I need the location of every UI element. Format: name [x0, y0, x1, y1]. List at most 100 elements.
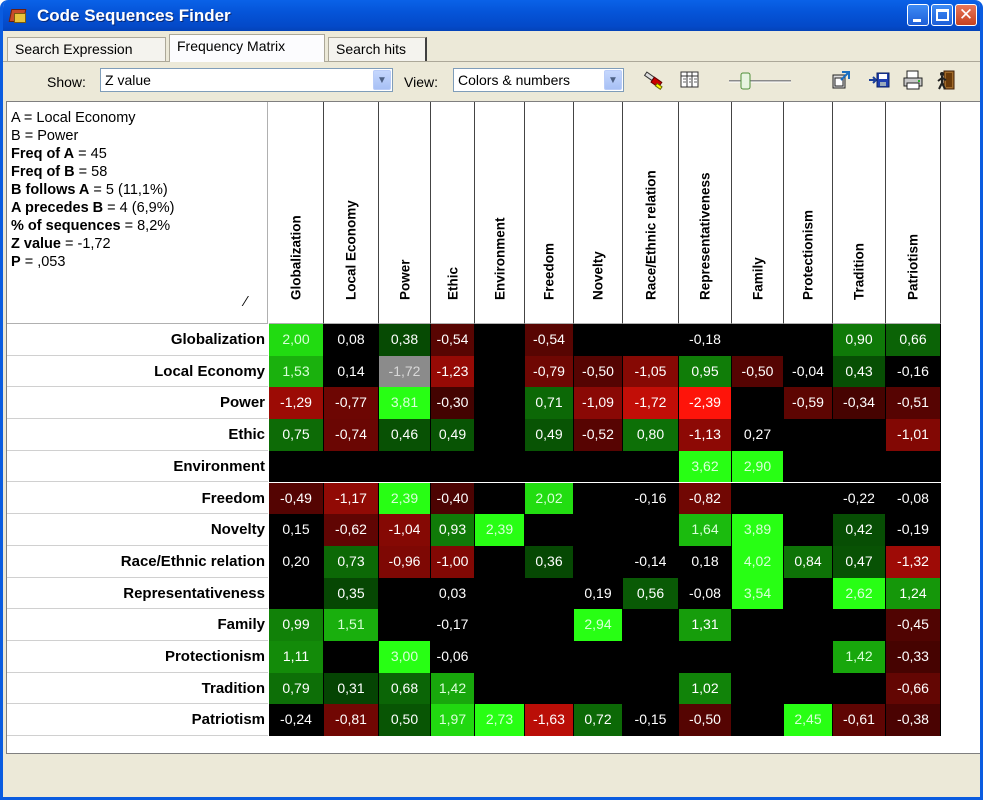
matrix-cell[interactable] [574, 482, 623, 515]
matrix-cell[interactable]: -0,38 [886, 704, 941, 737]
matrix-cell[interactable]: 2,39 [379, 482, 431, 515]
chevron-down-icon[interactable]: ▼ [604, 70, 622, 90]
matrix-cell[interactable] [475, 419, 525, 451]
matrix-cell[interactable]: 1,11 [269, 641, 324, 673]
matrix-cell[interactable] [431, 450, 475, 483]
matrix-cell[interactable] [379, 450, 431, 483]
matrix-cell[interactable]: 0,46 [379, 419, 431, 451]
matrix-cell[interactable] [784, 450, 833, 483]
matrix-cell[interactable]: 0,14 [324, 355, 379, 388]
matrix-cell[interactable]: -0,15 [623, 704, 679, 737]
matrix-cell[interactable] [623, 609, 679, 641]
matrix-cell[interactable]: 0,38 [379, 324, 431, 356]
matrix-cell[interactable]: -1,04 [379, 514, 431, 546]
column-header[interactable]: Protectionism [784, 102, 833, 324]
matrix-cell[interactable]: -0,30 [431, 387, 475, 420]
matrix-cell[interactable]: -0,52 [574, 419, 623, 451]
matrix-cell[interactable]: 1,24 [886, 577, 941, 610]
matrix-cell[interactable]: -1,23 [431, 355, 475, 388]
matrix-cell[interactable]: 3,00 [379, 641, 431, 673]
matrix-cell[interactable]: 0,95 [679, 355, 732, 388]
matrix-cell[interactable] [833, 419, 886, 451]
matrix-cell[interactable]: 4,02 [732, 545, 784, 578]
matrix-cell[interactable]: -0,24 [269, 704, 324, 737]
matrix-cell[interactable]: 0,31 [324, 672, 379, 705]
matrix-cell[interactable] [525, 641, 574, 673]
matrix-cell[interactable]: 0,79 [269, 672, 324, 705]
matrix-cell[interactable]: -1,72 [379, 355, 431, 388]
matrix-cell[interactable] [623, 641, 679, 673]
matrix-cell[interactable] [475, 482, 525, 515]
matrix-cell[interactable]: -0,33 [886, 641, 941, 673]
row-header[interactable]: Novelty [7, 514, 268, 546]
matrix-cell[interactable]: 1,42 [431, 672, 475, 705]
columns-icon[interactable] [679, 69, 701, 91]
exit-icon[interactable] [936, 69, 958, 91]
matrix-cell[interactable]: -0,45 [886, 609, 941, 641]
matrix-cell[interactable]: 0,71 [525, 387, 574, 420]
matrix-cell[interactable]: 2,00 [269, 324, 324, 356]
row-header[interactable]: Tradition [7, 672, 268, 705]
matrix-cell[interactable] [623, 514, 679, 546]
row-header[interactable]: Globalization [7, 324, 268, 356]
row-header[interactable]: Patriotism [7, 704, 268, 737]
minimize-button[interactable] [907, 4, 929, 26]
matrix-cell[interactable]: 0,75 [269, 419, 324, 451]
matrix-cell[interactable]: -0,04 [784, 355, 833, 388]
matrix-cell[interactable]: -0,06 [431, 641, 475, 673]
matrix-cell[interactable] [475, 545, 525, 578]
column-header[interactable]: Representativeness [679, 102, 732, 324]
matrix-cell[interactable] [833, 609, 886, 641]
matrix-cell[interactable]: 0,49 [525, 419, 574, 451]
matrix-cell[interactable] [379, 609, 431, 641]
matrix-cell[interactable]: 0,03 [431, 577, 475, 610]
matrix-cell[interactable] [784, 641, 833, 673]
matrix-cell[interactable] [475, 641, 525, 673]
row-header[interactable]: Power [7, 387, 268, 420]
matrix-cell[interactable]: 0,42 [833, 514, 886, 546]
matrix-cell[interactable] [525, 514, 574, 546]
matrix-cell[interactable]: 0,43 [833, 355, 886, 388]
matrix-cell[interactable]: -0,51 [886, 387, 941, 420]
matrix-cell[interactable]: -0,14 [623, 545, 679, 578]
matrix-cell[interactable] [269, 577, 324, 610]
matrix-cell[interactable]: 3,81 [379, 387, 431, 420]
column-header[interactable]: Patriotism [886, 102, 941, 324]
matrix-cell[interactable]: -1,05 [623, 355, 679, 388]
row-header[interactable]: Freedom [7, 482, 268, 515]
matrix-cell[interactable]: -2,39 [679, 387, 732, 420]
matrix-cell[interactable]: 0,15 [269, 514, 324, 546]
matrix-cell[interactable] [732, 641, 784, 673]
matrix-cell[interactable] [623, 450, 679, 483]
matrix-cell[interactable]: -1,32 [886, 545, 941, 578]
save-icon[interactable] [868, 69, 890, 91]
matrix-cell[interactable]: -1,13 [679, 419, 732, 451]
matrix-cell[interactable] [574, 324, 623, 356]
column-header[interactable]: Freedom [525, 102, 574, 324]
matrix-cell[interactable] [525, 450, 574, 483]
matrix-cell[interactable]: 1,42 [833, 641, 886, 673]
matrix-cell[interactable]: -0,77 [324, 387, 379, 420]
matrix-cell[interactable] [475, 672, 525, 705]
matrix-cell[interactable]: 1,64 [679, 514, 732, 546]
tab-search-expression[interactable]: Search Expression [7, 37, 166, 61]
matrix-cell[interactable] [475, 387, 525, 420]
column-header[interactable]: Family [732, 102, 784, 324]
matrix-cell[interactable]: 0,68 [379, 672, 431, 705]
matrix-cell[interactable]: 0,72 [574, 704, 623, 737]
matrix-cell[interactable]: 0,84 [784, 545, 833, 578]
matrix-cell[interactable]: -0,08 [886, 482, 941, 515]
matrix-cell[interactable]: 0,20 [269, 545, 324, 578]
matrix-cell[interactable] [475, 355, 525, 388]
matrix-cell[interactable]: -1,09 [574, 387, 623, 420]
matrix-cell[interactable]: -0,19 [886, 514, 941, 546]
show-select[interactable]: Z value ▼ [100, 68, 393, 92]
matrix-cell[interactable]: -0,54 [431, 324, 475, 356]
matrix-cell[interactable] [784, 324, 833, 356]
matrix-cell[interactable]: -0,50 [732, 355, 784, 388]
matrix-cell[interactable] [732, 482, 784, 515]
row-header[interactable]: Local Economy [7, 355, 268, 388]
matrix-cell[interactable]: 2,94 [574, 609, 623, 641]
matrix-cell[interactable]: -0,40 [431, 482, 475, 515]
column-header[interactable]: Race/Ethnic relation [623, 102, 679, 324]
